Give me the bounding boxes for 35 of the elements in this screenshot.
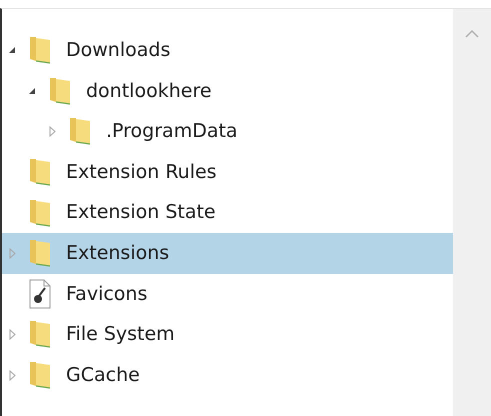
scroll-up-button[interactable] <box>465 29 479 39</box>
tree-item[interactable]: File System <box>2 314 453 355</box>
item-label: dontlookhere <box>86 78 212 104</box>
collapsed-arrow-icon[interactable] <box>8 370 16 381</box>
file-icon <box>28 278 52 309</box>
folder-icon <box>28 198 52 228</box>
folder-icon <box>28 319 52 350</box>
tree-item[interactable]: Downloads <box>2 30 453 71</box>
collapsed-arrow-icon[interactable] <box>8 328 16 340</box>
item-label: Favicons <box>66 282 148 307</box>
item-label: Downloads <box>66 38 170 64</box>
scrollbar[interactable] <box>453 9 491 416</box>
tree-item[interactable]: .ProgramData <box>2 111 453 152</box>
tree-item[interactable]: dontlookhere <box>2 70 453 112</box>
folder-icon <box>28 157 52 188</box>
tree-item[interactable]: GCache <box>2 354 453 396</box>
folder-icon <box>28 35 52 66</box>
collapsed-arrow-icon[interactable] <box>8 248 16 259</box>
item-label: Extensions <box>66 241 170 266</box>
collapsed-arrow-icon[interactable] <box>48 126 56 137</box>
tree-item[interactable]: Extension State <box>2 192 453 233</box>
expanded-arrow-icon[interactable] <box>28 86 36 95</box>
folder-icon <box>48 76 72 106</box>
item-label: Extension State <box>66 200 216 226</box>
folder-icon <box>28 238 52 268</box>
folder-icon <box>28 360 52 390</box>
expanded-arrow-icon[interactable] <box>8 46 16 54</box>
item-label: GCache <box>66 362 140 388</box>
item-label: Extension Rules <box>66 160 217 185</box>
tree-item[interactable]: Favicons <box>2 274 453 314</box>
item-label: .ProgramData <box>106 119 238 144</box>
tree-item[interactable]: Extensions <box>2 232 453 274</box>
folder-icon <box>68 116 92 146</box>
item-label: File System <box>66 322 175 348</box>
tree-item[interactable]: Extension Rules <box>2 152 453 192</box>
